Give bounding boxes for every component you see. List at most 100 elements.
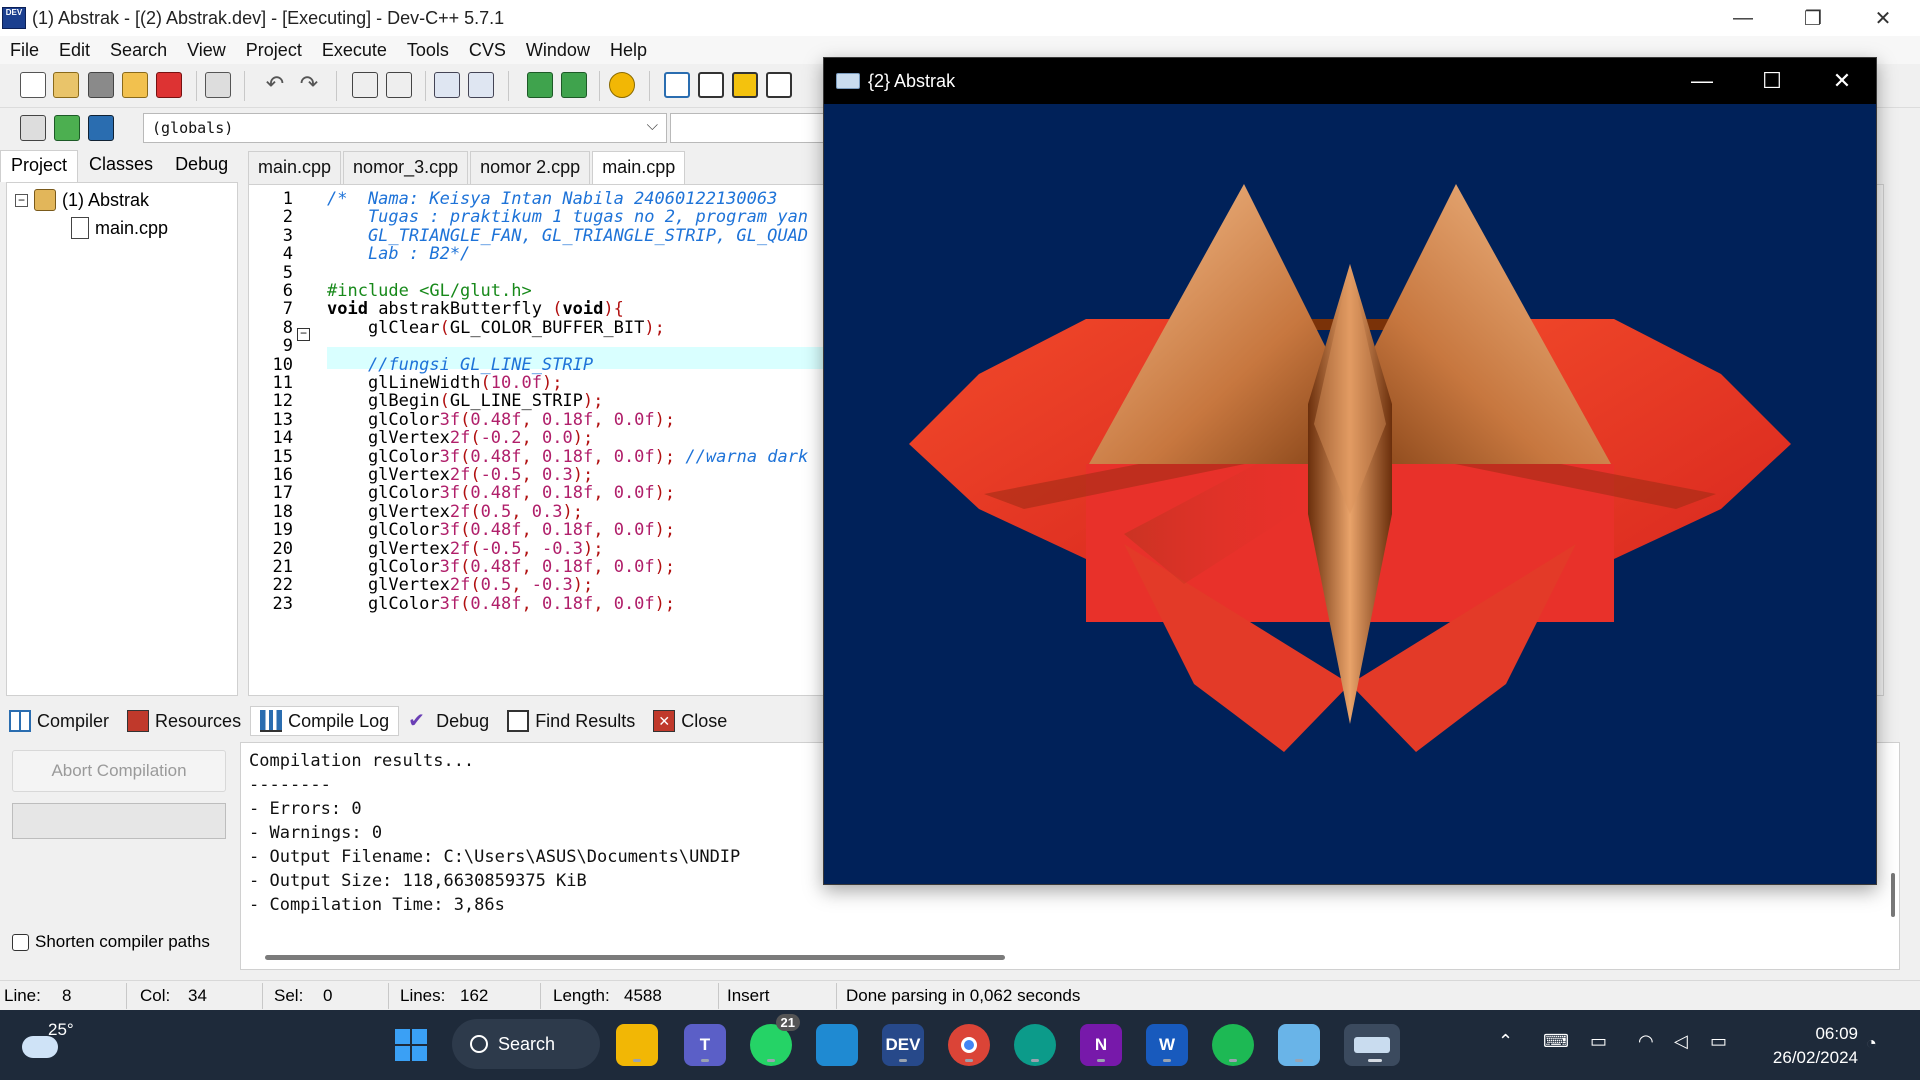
scope-combo[interactable]: (globals) ⌵	[143, 113, 667, 143]
menu-tools[interactable]: Tools	[397, 40, 459, 61]
code-line[interactable]: glBegin(GL_LINE_STRIP);	[327, 391, 603, 411]
notepad-icon[interactable]	[1278, 1024, 1320, 1066]
chrome-icon[interactable]	[948, 1024, 990, 1066]
tab-classes[interactable]: Classes	[78, 149, 164, 182]
tab-resources[interactable]: Resources	[118, 707, 250, 735]
remove-from-project-icon[interactable]	[561, 72, 587, 98]
tab-debug[interactable]: Debug	[164, 149, 239, 182]
code-line[interactable]: glVertex2f(-0.5, 0.3);	[327, 465, 593, 485]
close-button[interactable]: ✕	[1850, 0, 1916, 36]
wifi-icon[interactable]: ◠	[1638, 1031, 1654, 1052]
volume-icon[interactable]: ◁	[1674, 1031, 1688, 1052]
edge-icon[interactable]	[1014, 1024, 1056, 1066]
code-line[interactable]: glLineWidth(10.0f);	[327, 373, 563, 393]
gl-minimize-button[interactable]: —	[1667, 58, 1737, 104]
bookmark-icon[interactable]	[88, 115, 114, 141]
tab-compile-log[interactable]: Compile Log	[250, 706, 400, 736]
code-line[interactable]: GL_TRIANGLE_FAN, GL_TRIANGLE_STRIP, GL_Q…	[327, 226, 808, 246]
tab-main-cpp[interactable]: main.cpp	[248, 151, 342, 184]
code-line[interactable]: glColor3f(0.48f, 0.18f, 0.0f);	[327, 594, 675, 614]
abort-compilation-button[interactable]: Abort Compilation	[12, 750, 226, 792]
code-line[interactable]: glVertex2f(-0.2, 0.0);	[327, 428, 593, 448]
show-hidden-icons[interactable]: ⌃	[1498, 1031, 1513, 1052]
tree-item-project[interactable]: − (1) Abstrak	[15, 189, 149, 211]
code-line[interactable]: glColor3f(0.48f, 0.18f, 0.0f);	[327, 483, 675, 503]
code-line[interactable]: glClear(GL_COLOR_BUFFER_BIT);	[327, 318, 665, 338]
tab-close[interactable]: ✕ Close	[644, 707, 736, 735]
onenote-icon[interactable]: N	[1080, 1024, 1122, 1066]
opengl-canvas[interactable]	[824, 104, 1876, 884]
log-horizontal-scrollbar[interactable]	[265, 955, 1005, 960]
grid-windows-icon[interactable]	[766, 72, 792, 98]
single-window-icon[interactable]	[698, 72, 724, 98]
goto-declaration-icon[interactable]	[20, 115, 46, 141]
goto-definition-icon[interactable]	[54, 115, 80, 141]
code-line[interactable]: void abstrakButterfly (void){	[327, 299, 624, 319]
file-explorer-icon[interactable]	[616, 1024, 658, 1066]
tab-main-cpp-active[interactable]: main.cpp	[592, 151, 686, 184]
indent-icon[interactable]	[434, 72, 460, 98]
add-to-project-icon[interactable]	[527, 72, 553, 98]
code-line[interactable]: glVertex2f(0.5, 0.3);	[327, 502, 583, 522]
save-icon[interactable]	[88, 72, 114, 98]
gl-maximize-button[interactable]: ☐	[1737, 58, 1807, 104]
tab-project[interactable]: Project	[0, 150, 79, 182]
system-clock[interactable]: 06:09 26/02/2024	[1773, 1022, 1858, 1070]
unindent-icon[interactable]	[468, 72, 494, 98]
tab-debug-log[interactable]: ✔ Debug	[399, 707, 498, 735]
code-line[interactable]: glColor3f(0.48f, 0.18f, 0.0f);	[327, 520, 675, 540]
start-button[interactable]	[390, 1024, 432, 1066]
undo-icon[interactable]: ↶	[262, 72, 288, 98]
compile-icon[interactable]	[609, 72, 635, 98]
display-icon[interactable]: ▭	[1590, 1031, 1607, 1052]
open-file-icon[interactable]	[53, 72, 79, 98]
tab-find-results[interactable]: Find Results	[498, 707, 644, 735]
menu-project[interactable]: Project	[236, 40, 312, 61]
save-all-icon[interactable]	[122, 72, 148, 98]
opengl-window[interactable]: {2} Abstrak — ☐ ✕	[823, 57, 1877, 885]
taskbar-search[interactable]: Search	[452, 1019, 600, 1069]
battery-icon[interactable]: ▭	[1710, 1031, 1727, 1052]
code-line[interactable]: glColor3f(0.48f, 0.18f, 0.0f);	[327, 410, 675, 430]
devcpp-taskbar-icon[interactable]: DEV	[882, 1024, 924, 1066]
menu-edit[interactable]: Edit	[49, 40, 100, 61]
code-line[interactable]: //fungsi GL_LINE_STRIP	[327, 355, 593, 375]
find-icon[interactable]	[352, 72, 378, 98]
tab-nomor-3-cpp[interactable]: nomor_3.cpp	[343, 151, 469, 184]
menu-file[interactable]: File	[0, 40, 49, 61]
cascade-windows-icon[interactable]	[732, 72, 758, 98]
code-line[interactable]: Lab : B2*/	[327, 244, 470, 264]
code-line[interactable]: glColor3f(0.48f, 0.18f, 0.0f); //warna d…	[327, 447, 808, 467]
replace-icon[interactable]	[386, 72, 412, 98]
restore-button[interactable]: ❐	[1780, 0, 1846, 36]
keyboard-icon[interactable]: ⌨	[1543, 1031, 1569, 1052]
weather-widget[interactable]: 25°	[22, 1020, 108, 1070]
code-line[interactable]: glVertex2f(0.5, -0.3);	[327, 575, 593, 595]
print-icon[interactable]	[205, 72, 231, 98]
teams-icon[interactable]: T	[684, 1024, 726, 1066]
collapse-icon[interactable]: −	[15, 193, 28, 207]
menu-view[interactable]: View	[177, 40, 236, 61]
log-vertical-scrollbar[interactable]	[1891, 873, 1895, 917]
menu-cvs[interactable]: CVS	[459, 40, 516, 61]
checkbox-box[interactable]	[12, 933, 29, 951]
code-line[interactable]: /* Nama: Keisya Intan Nabila 24060122130…	[327, 189, 777, 209]
close-file-icon[interactable]	[156, 72, 182, 98]
fold-toggle-icon[interactable]: −	[297, 327, 310, 341]
code-line[interactable]: glVertex2f(-0.5, -0.3);	[327, 539, 604, 559]
notifications-icon[interactable]: ◔	[1866, 1033, 1877, 1054]
gl-close-button[interactable]: ✕	[1807, 58, 1877, 104]
vscode-icon[interactable]	[816, 1024, 858, 1066]
spotify-icon[interactable]	[1212, 1024, 1254, 1066]
function-combo[interactable]	[670, 113, 830, 143]
menu-search[interactable]: Search	[100, 40, 177, 61]
menu-execute[interactable]: Execute	[312, 40, 397, 61]
menu-window[interactable]: Window	[516, 40, 600, 61]
opengl-title-bar[interactable]: {2} Abstrak — ☐ ✕	[824, 58, 1876, 104]
code-line[interactable]: Tugas : praktikum 1 tugas no 2, program …	[327, 207, 808, 227]
tab-nomor-2-cpp[interactable]: nomor 2.cpp	[470, 151, 591, 184]
opengl-taskbar-icon[interactable]	[1344, 1024, 1400, 1066]
code-line[interactable]: glColor3f(0.48f, 0.18f, 0.0f);	[327, 557, 675, 577]
menu-help[interactable]: Help	[600, 40, 657, 61]
word-icon[interactable]: W	[1146, 1024, 1188, 1066]
